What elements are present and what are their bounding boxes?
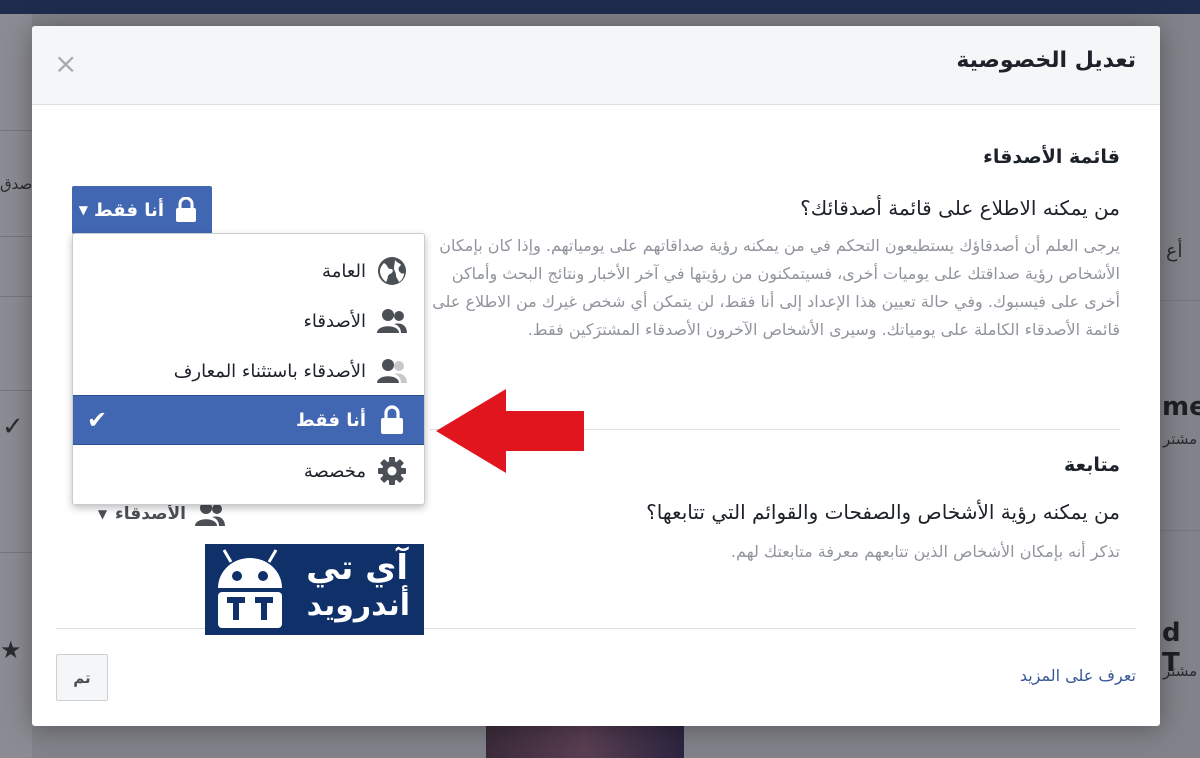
top-nav-bar xyxy=(0,0,1200,14)
menu-item-label: العامة xyxy=(322,260,366,282)
privacy-dropdown-menu: العامة الأصدقاء الأصدقاء باستثناء المعار… xyxy=(72,233,425,505)
dialog-title: تعديل الخصوصية xyxy=(956,48,1136,73)
following-description: تذكر أنه بإمكان الأشخاص الذين تتابعهم مع… xyxy=(730,542,1120,561)
gear-icon xyxy=(376,455,408,487)
background-divider xyxy=(1160,300,1200,301)
background-divider xyxy=(0,552,32,553)
background-divider xyxy=(0,390,32,391)
logo-text-line2: أندرويد xyxy=(306,588,410,623)
dialog-header: تعديل الخصوصية × xyxy=(32,26,1160,105)
friends-section-title: قائمة الأصدقاء xyxy=(983,146,1120,168)
checkmark-icon: ✔ xyxy=(87,406,108,434)
background-text-fragment: صدق xyxy=(0,175,33,193)
friends-privacy-selector[interactable]: ▼ أنا فقط xyxy=(72,186,212,234)
red-arrow-annotation xyxy=(436,389,584,473)
background-check-icon: ✓ xyxy=(2,412,24,442)
menu-item-label: مخصصة xyxy=(303,460,366,482)
menu-item-label: الأصدقاء xyxy=(303,310,366,332)
menu-item-friends-except[interactable]: الأصدقاء باستثناء المعارف xyxy=(73,346,424,396)
logo-text-line1: آي تي xyxy=(306,548,408,588)
background-text-fragment: أع xyxy=(1166,240,1183,262)
background-divider xyxy=(1160,530,1200,531)
menu-item-public[interactable]: العامة xyxy=(73,246,424,296)
site-logo: آي تي أندرويد xyxy=(205,544,424,635)
background-divider xyxy=(0,130,32,131)
privacy-selector-label: أنا فقط xyxy=(94,199,164,221)
caret-down-icon: ▼ xyxy=(97,507,108,521)
privacy-selector-label: الأصدقاء xyxy=(115,504,186,524)
learn-more-link[interactable]: تعرف على المزيد xyxy=(1020,666,1136,685)
menu-item-custom[interactable]: مخصصة xyxy=(73,446,424,496)
menu-item-label: أنا فقط xyxy=(296,409,366,431)
lock-icon xyxy=(170,194,202,226)
globe-icon xyxy=(376,255,408,287)
following-section-title: متابعة xyxy=(1063,454,1120,476)
caret-down-icon: ▼ xyxy=(78,203,89,217)
lock-icon xyxy=(376,404,408,436)
menu-item-friends[interactable]: الأصدقاء xyxy=(73,296,424,346)
background-divider xyxy=(0,236,32,237)
background-text-fragment: me xyxy=(1162,392,1200,422)
background-divider xyxy=(0,296,32,297)
background-text-fragment: مشتر xyxy=(1163,662,1198,680)
following-question: من يمكنه رؤية الأشخاص والصفحات والقوائم … xyxy=(646,500,1120,524)
friends-except-icon xyxy=(376,355,408,387)
background-image xyxy=(486,726,684,758)
friends-description: يرجى العلم أن أصدقاؤك يستطيعون التحكم في… xyxy=(432,236,1120,339)
close-icon[interactable]: × xyxy=(54,50,77,78)
background-text-fragment: مشتر xyxy=(1163,430,1198,448)
friends-question: من يمكنه الاطلاع على قائمة أصدقائك؟ xyxy=(800,196,1120,220)
android-robot-icon xyxy=(218,549,282,628)
menu-item-label: الأصدقاء باستثناء المعارف xyxy=(173,360,366,382)
menu-item-only-me[interactable]: ✔ أنا فقط xyxy=(73,395,424,445)
done-button[interactable]: تم xyxy=(56,654,108,701)
background-star-icon: ★ xyxy=(0,636,22,664)
friends-icon xyxy=(376,305,408,337)
